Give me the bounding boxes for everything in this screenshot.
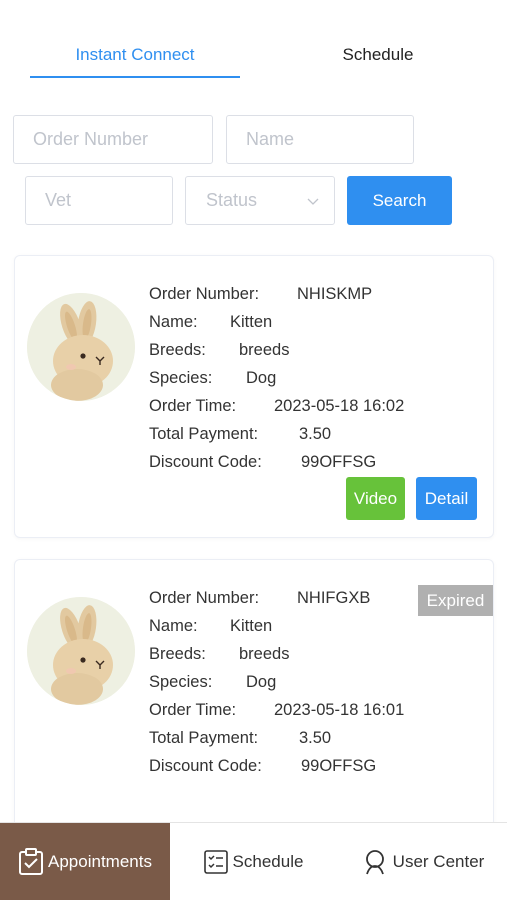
name-label: Name: (149, 617, 198, 635)
order-card: Expired Order Number: NHIFGXB Name: Kitten… (14, 559, 494, 839)
status-badge: Expired (418, 585, 493, 616)
discount-code-label: Discount Code: (149, 757, 262, 775)
discount-code-row: Discount Code: 99OFFSG (149, 448, 404, 476)
order-number-label: Order Number: (149, 589, 260, 607)
species-value: Dog (246, 673, 277, 691)
status-select-placeholder: Status (206, 190, 258, 210)
species-value: Dog (246, 369, 277, 387)
active-tab-indicator (30, 76, 240, 78)
breeds-value: breeds (239, 645, 290, 663)
name-value: Kitten (230, 313, 273, 331)
nav-appointments-label: Appointments (48, 852, 152, 871)
bottom-nav: Appointments Schedule User Center (0, 822, 507, 900)
order-time-label: Order Time: (149, 397, 237, 415)
order-info: Order Number: NHIFGXB Name: Kitten Breeds:… (149, 584, 404, 780)
order-number-row: Order Number: NHISKMP (149, 280, 404, 308)
chevron-down-icon (307, 198, 319, 205)
species-label: Species: (149, 369, 213, 387)
order-info: Order Number: NHISKMP Name: Kitten Breeds:… (149, 280, 404, 476)
species-row: Species: Dog (149, 668, 404, 696)
order-time-value: 2023-05-18 16:01 (274, 701, 405, 719)
discount-code-value: 99OFFSG (301, 453, 377, 471)
breeds-value: breeds (239, 341, 290, 359)
order-number-row: Order Number: NHIFGXB (149, 584, 404, 612)
user-icon (365, 850, 384, 875)
nav-user-center[interactable]: User Center (345, 823, 500, 900)
order-number-label: Order Number: (149, 285, 260, 303)
total-payment-label: Total Payment: (149, 425, 259, 443)
total-payment-value: 3.50 (299, 729, 332, 747)
species-row: Species: Dog (149, 364, 404, 392)
nav-user-center-label: User Center (392, 852, 485, 871)
detail-button[interactable]: Detail (416, 477, 477, 520)
species-label: Species: (149, 673, 213, 691)
order-number-input[interactable] (13, 115, 213, 164)
rabbit-avatar-icon (27, 597, 135, 705)
order-number-value: NHIFGXB (297, 589, 371, 607)
checklist-icon (203, 850, 228, 874)
name-input[interactable] (226, 115, 414, 164)
tab-bar: Instant Connect Schedule (0, 0, 507, 80)
clipboard-check-icon (19, 848, 44, 875)
pet-avatar (27, 597, 135, 705)
discount-code-value: 99OFFSG (301, 757, 377, 775)
name-value: Kitten (230, 617, 273, 635)
order-card: Order Number: NHISKMP Name: Kitten Breeds:… (14, 255, 494, 538)
video-button[interactable]: Video (346, 477, 405, 520)
total-payment-row: Total Payment: 3.50 (149, 724, 404, 752)
breeds-row: Breeds: breeds (149, 336, 404, 364)
order-time-label: Order Time: (149, 701, 237, 719)
search-button[interactable]: Search (347, 176, 452, 225)
discount-code-row: Discount Code: 99OFFSG (149, 752, 404, 780)
tab-schedule[interactable]: Schedule (276, 44, 480, 66)
name-row: Name: Kitten (149, 612, 404, 640)
nav-schedule-label: Schedule (232, 852, 304, 871)
total-payment-label: Total Payment: (149, 729, 259, 747)
vet-input[interactable] (25, 176, 173, 225)
nav-appointments[interactable]: Appointments (0, 823, 170, 900)
tab-instant-connect[interactable]: Instant Connect (30, 44, 240, 66)
discount-code-label: Discount Code: (149, 453, 262, 471)
pet-avatar (27, 293, 135, 401)
nav-schedule[interactable]: Schedule (188, 823, 318, 900)
order-time-value: 2023-05-18 16:02 (274, 397, 405, 415)
name-row: Name: Kitten (149, 308, 404, 336)
name-label: Name: (149, 313, 198, 331)
order-time-row: Order Time: 2023-05-18 16:02 (149, 392, 404, 420)
total-payment-value: 3.50 (299, 425, 332, 443)
rabbit-avatar-icon (27, 293, 135, 401)
status-select[interactable]: Status (185, 176, 335, 225)
order-time-row: Order Time: 2023-05-18 16:01 (149, 696, 404, 724)
breeds-row: Breeds: breeds (149, 640, 404, 668)
breeds-label: Breeds: (149, 645, 206, 663)
total-payment-row: Total Payment: 3.50 (149, 420, 404, 448)
breeds-label: Breeds: (149, 341, 206, 359)
order-number-value: NHISKMP (297, 285, 373, 303)
